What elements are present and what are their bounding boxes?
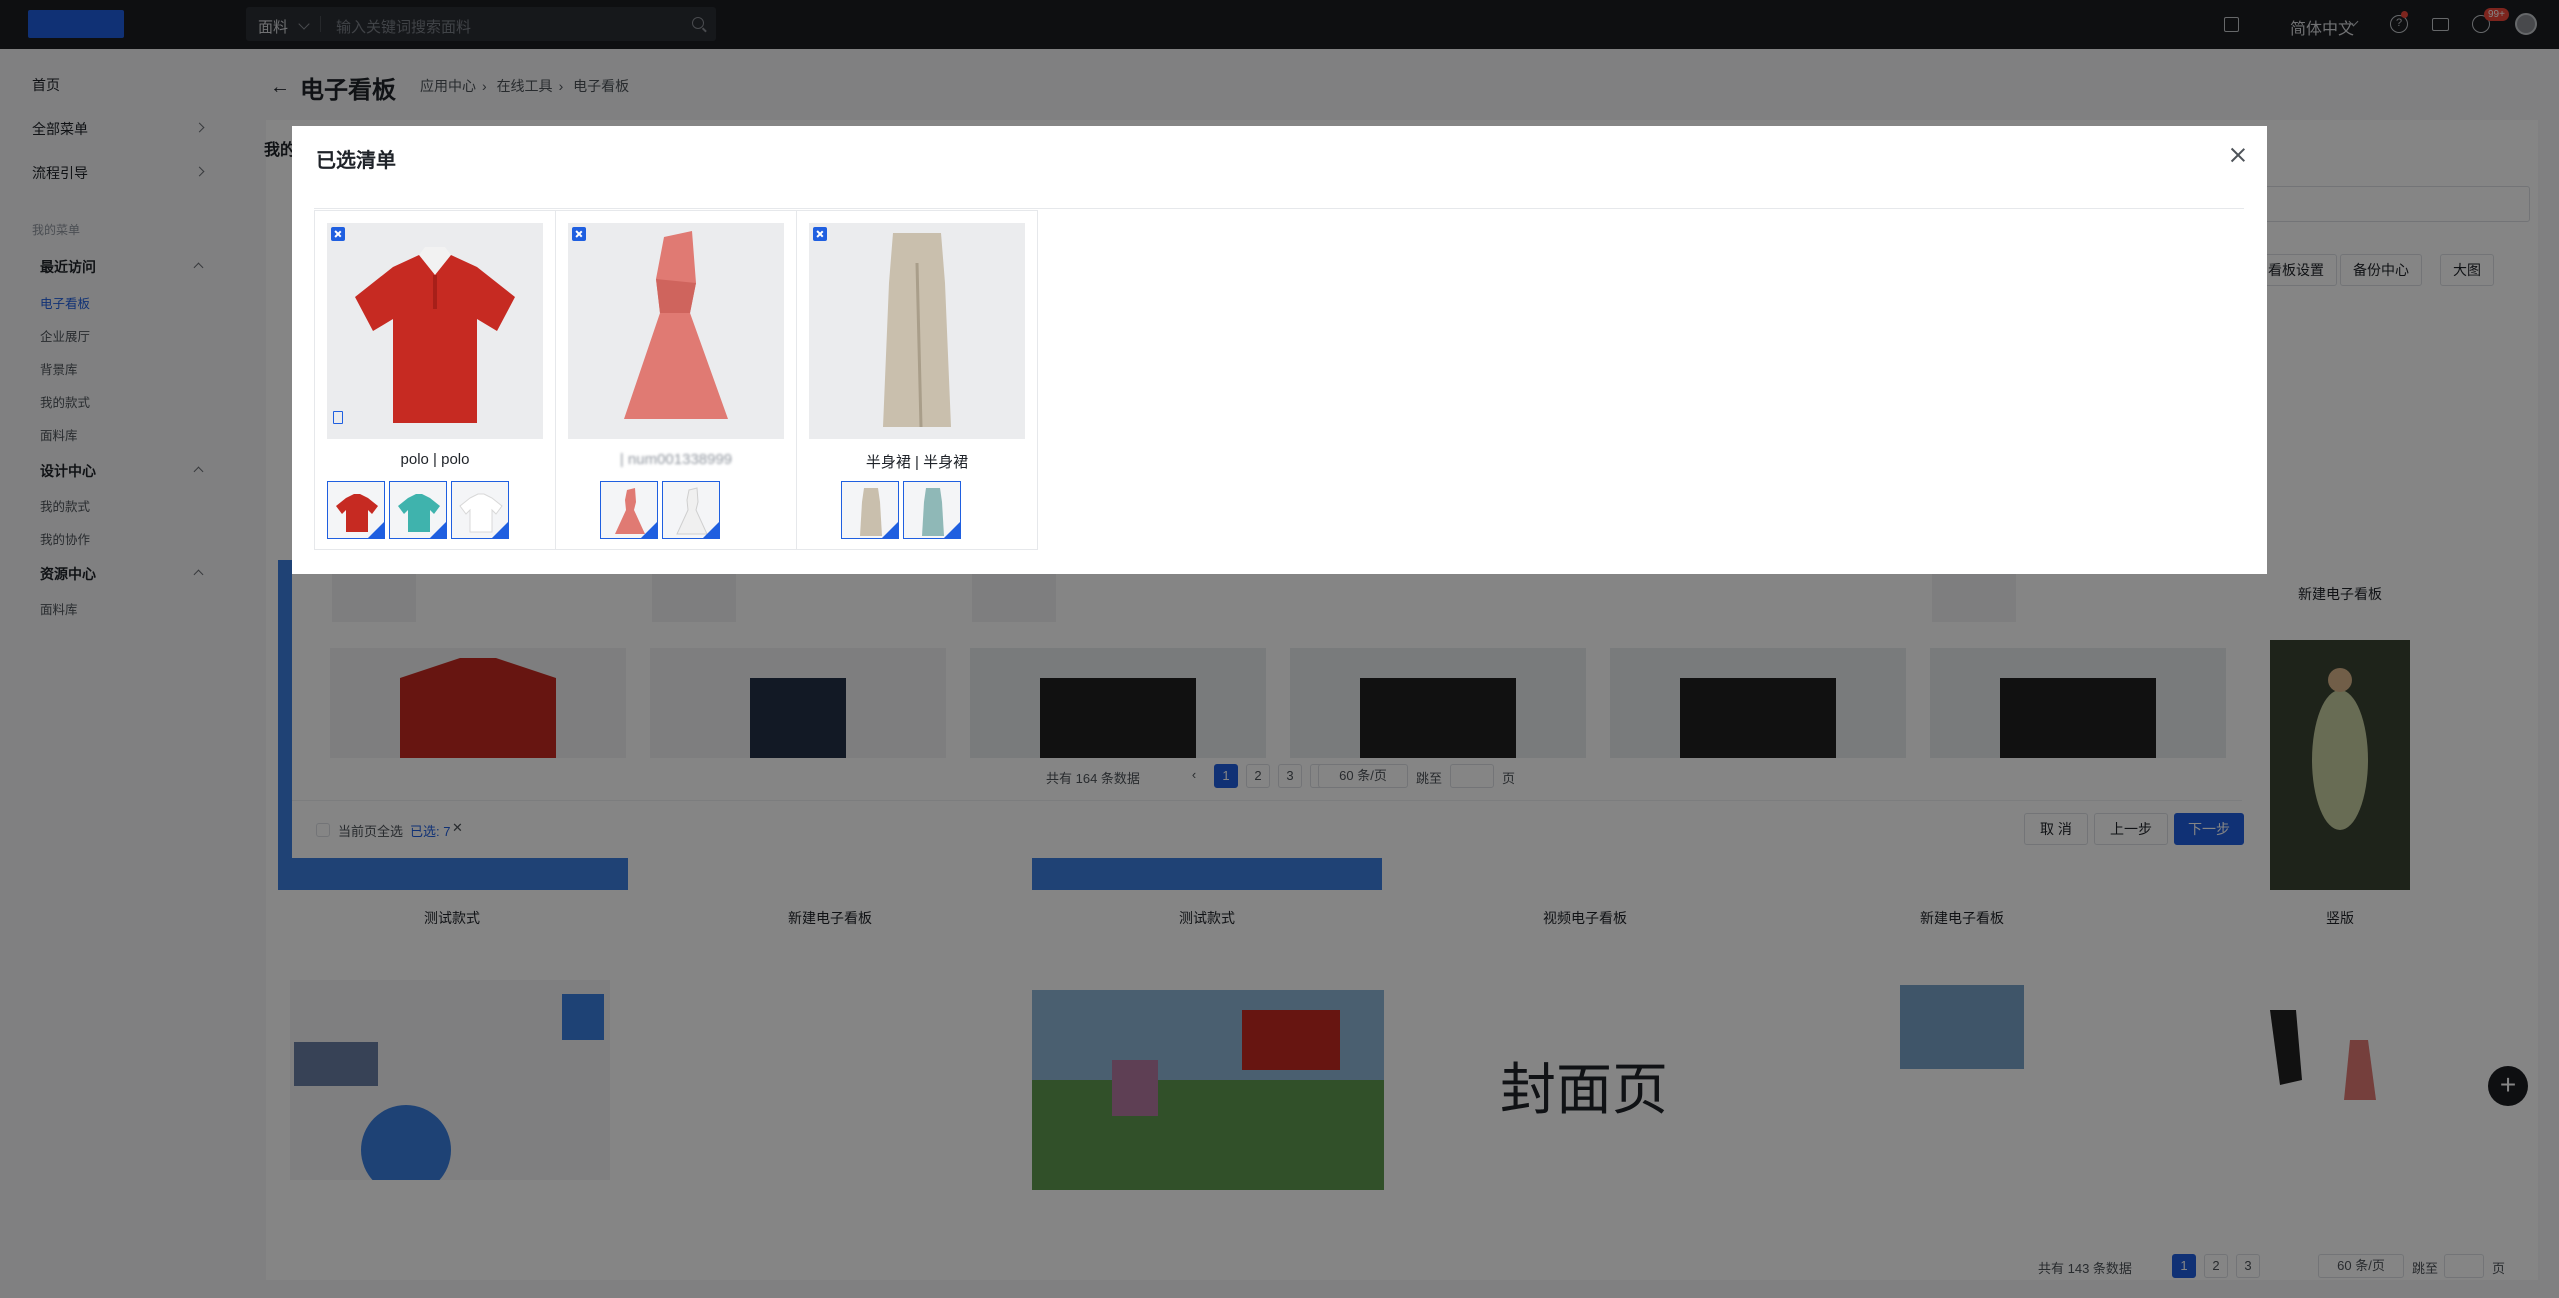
document-icon[interactable] <box>333 411 343 424</box>
modal-title: 已选清单 <box>316 150 396 172</box>
color-variant[interactable] <box>451 481 509 539</box>
selected-style-card[interactable]: | num001338999 <box>555 210 797 550</box>
color-variant[interactable] <box>327 481 385 539</box>
skirt <box>883 233 951 427</box>
color-variant[interactable] <box>389 481 447 539</box>
style-name: | num001338999 <box>619 451 733 468</box>
color-variant[interactable] <box>903 481 961 539</box>
style-image <box>568 223 784 439</box>
style-image <box>327 223 543 439</box>
remove-checkbox[interactable] <box>331 227 345 241</box>
style-name: 半身裙 | 半身裙 <box>865 454 969 471</box>
style-image <box>809 223 1025 439</box>
remove-checkbox[interactable] <box>572 227 586 241</box>
selected-list-modal: 已选清单 polo | polo | num001338999 半身裙 | 半身… <box>292 126 2267 574</box>
check-icon <box>703 522 719 538</box>
selected-style-card[interactable]: 半身裙 | 半身裙 <box>796 210 1038 550</box>
check-icon <box>430 522 446 538</box>
modal-divider <box>314 208 2244 209</box>
check-icon <box>368 522 384 538</box>
style-name: polo | polo <box>400 451 470 468</box>
color-variant[interactable] <box>600 481 658 539</box>
color-variant[interactable] <box>841 481 899 539</box>
selected-style-card[interactable]: polo | polo <box>314 210 556 550</box>
check-icon <box>641 522 657 538</box>
color-variant[interactable] <box>662 481 720 539</box>
close-icon[interactable] <box>2227 144 2249 166</box>
remove-checkbox[interactable] <box>813 227 827 241</box>
check-icon <box>882 522 898 538</box>
dress <box>624 231 728 419</box>
check-icon <box>944 522 960 538</box>
check-icon <box>492 522 508 538</box>
